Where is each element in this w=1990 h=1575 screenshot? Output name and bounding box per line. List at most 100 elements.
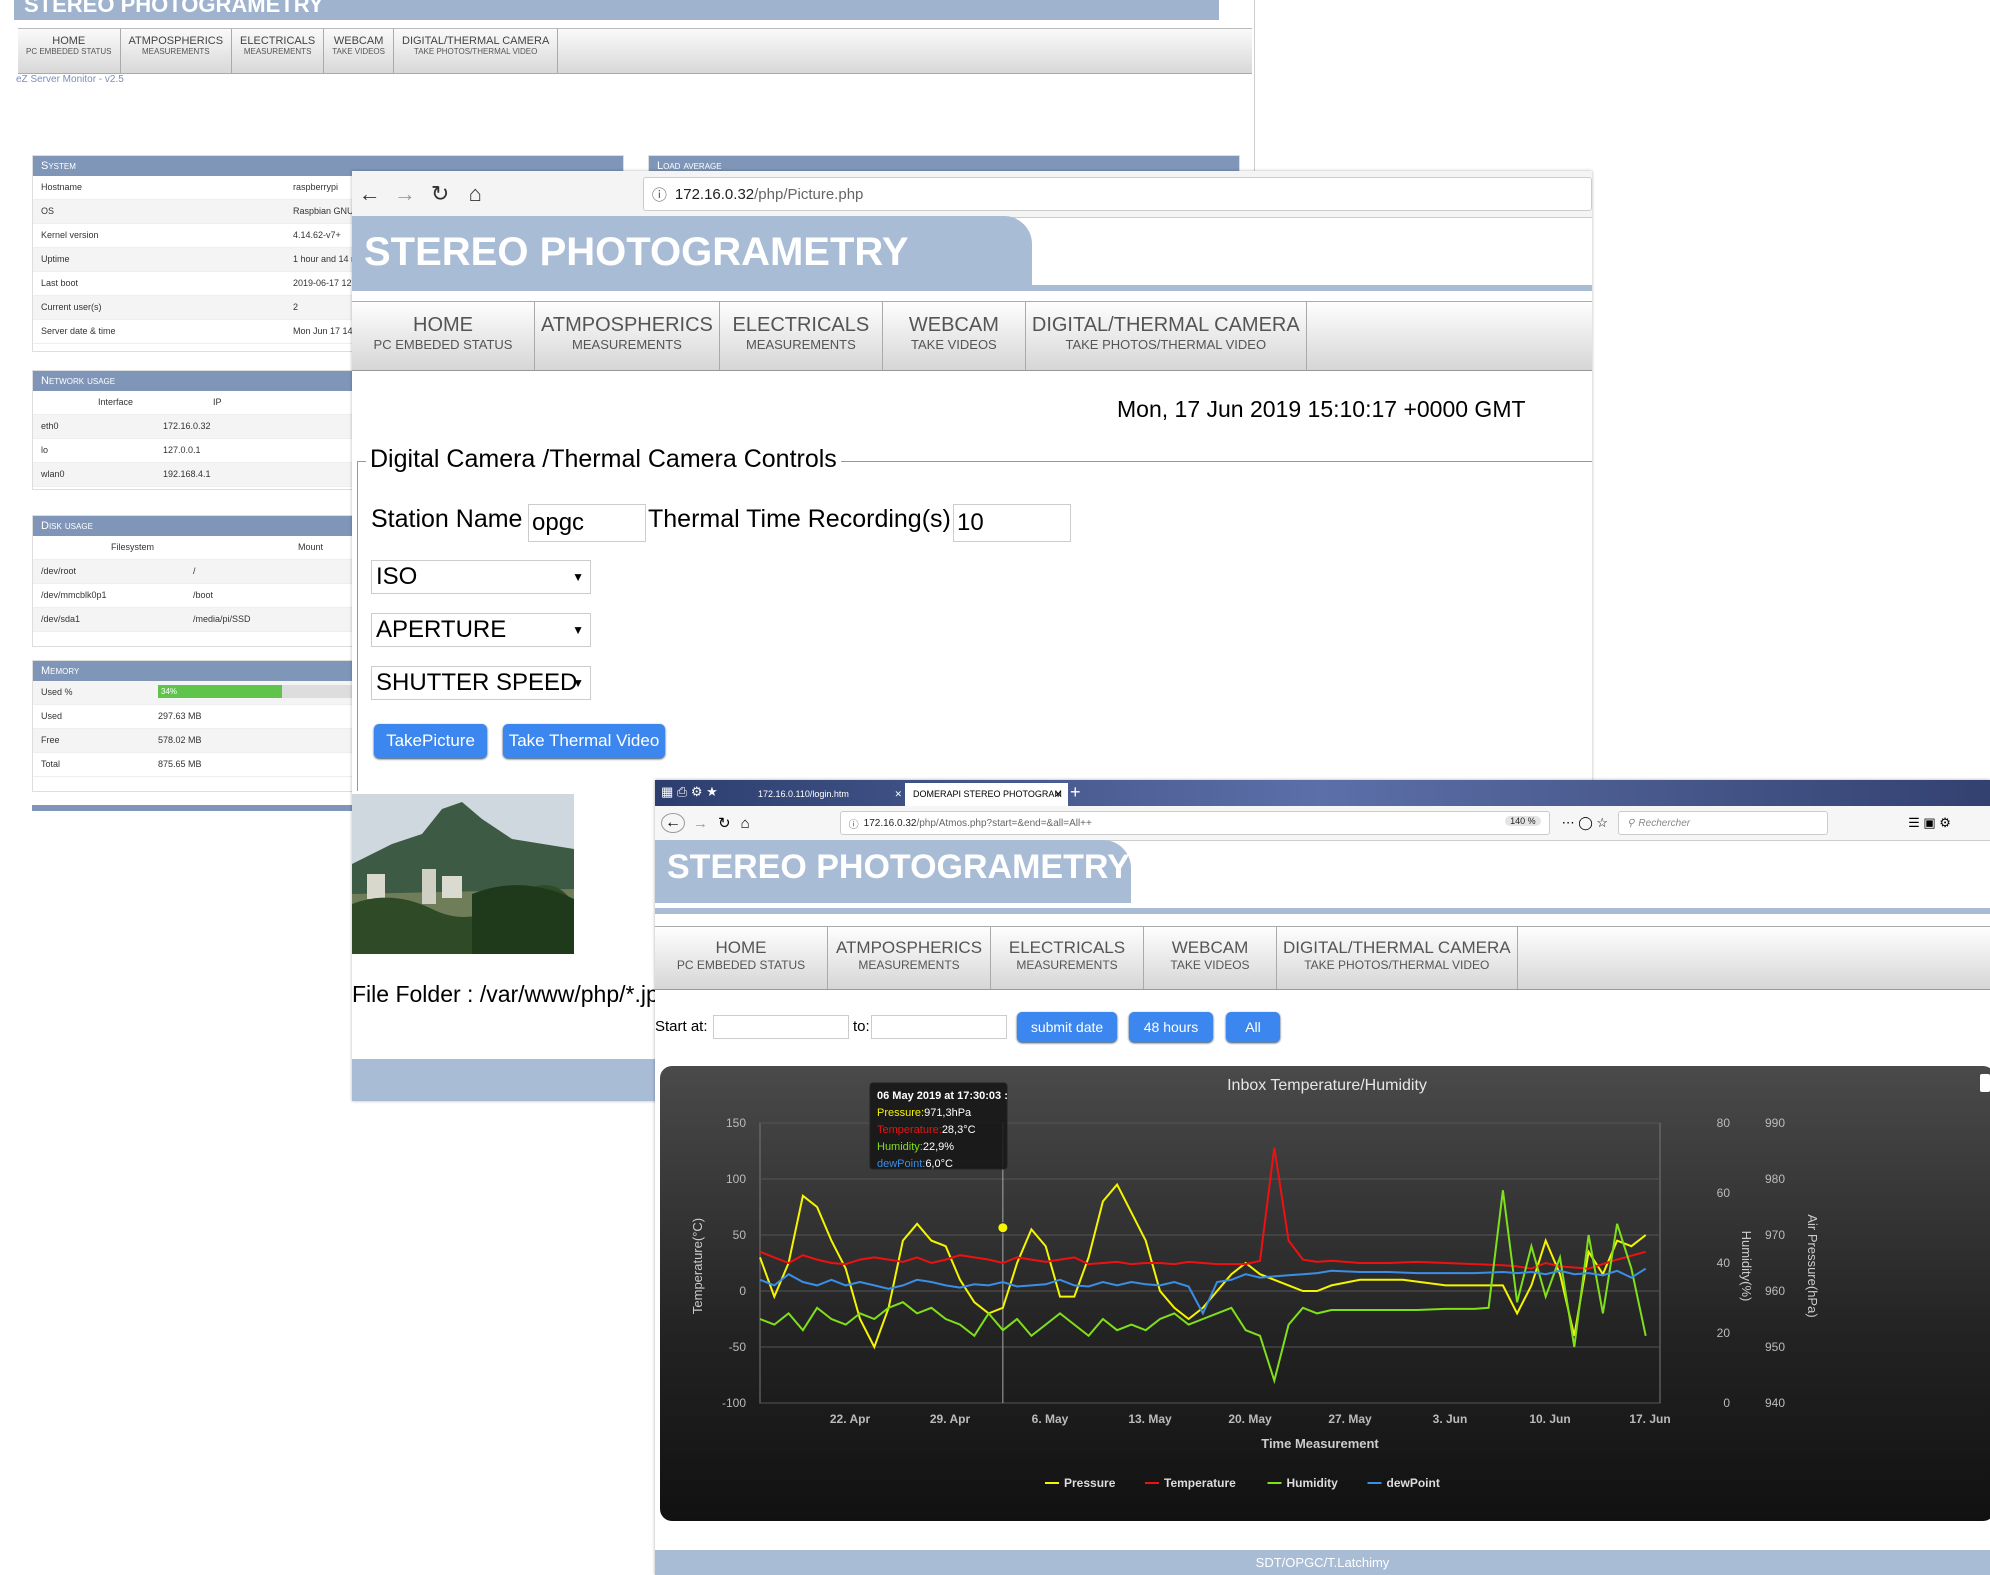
tab-login[interactable]: 172.16.0.110/login.htm ✕ bbox=[750, 783, 908, 806]
toolbar-icons[interactable]: ☰ ▣ ⚙ bbox=[1908, 815, 1951, 831]
menu-item-atmpospherics[interactable]: ATMPOSPHERICS MEASUREMENTS bbox=[535, 302, 720, 370]
station-name-label: Station Name bbox=[371, 505, 523, 533]
cell: Kernel version bbox=[41, 230, 99, 240]
menu-item-electricals[interactable]: ELECTRICALS MEASUREMENTS bbox=[720, 302, 883, 370]
page-actions-icon[interactable]: ⋯ ◯ ☆ bbox=[1562, 815, 1608, 831]
chart-menu-icon[interactable] bbox=[1980, 1074, 1990, 1092]
zoom-level[interactable]: 140 % bbox=[1505, 816, 1541, 826]
info-icon: ⓘ bbox=[651, 186, 667, 204]
menu-item-title: ATMPOSPHERICS bbox=[835, 938, 983, 957]
chevron-down-icon: ▼ bbox=[572, 676, 584, 690]
cell: raspberrypi bbox=[293, 182, 339, 192]
menu-item-title: ATMPOSPHERICS bbox=[128, 35, 224, 47]
tooltip-series-name: Temperature: bbox=[877, 1124, 942, 1136]
legend-item-dewpoint: dewPoint bbox=[1387, 1476, 1440, 1490]
forward-icon[interactable]: → bbox=[693, 815, 708, 832]
menu-item-subtitle: TAKE VIDEOS bbox=[1170, 958, 1250, 972]
legend-item-humidity: Humidity bbox=[1287, 1476, 1339, 1490]
menu-item-electricals[interactable]: ELECTRICALS MEASUREMENTS bbox=[232, 29, 325, 73]
take-picture-button[interactable]: TakePicture bbox=[374, 724, 487, 758]
menu-item-title: HOME bbox=[413, 314, 473, 336]
y-pressure-tick-label: 950 bbox=[1765, 1340, 1785, 1354]
back-icon[interactable]: ← bbox=[352, 181, 387, 207]
reload-icon[interactable]: ↻ bbox=[718, 814, 731, 832]
thermal-time-input[interactable]: 10 bbox=[953, 504, 1071, 542]
fieldset-legend: Digital Camera /Thermal Camera Controls bbox=[366, 445, 841, 474]
memory-bar-fill: 34% bbox=[158, 685, 282, 698]
hover-point bbox=[997, 1222, 1009, 1234]
submit-date-button[interactable]: submit date bbox=[1017, 1012, 1117, 1042]
atmos-url-host: 172.16.0.32 bbox=[863, 817, 917, 829]
cell: /dev/root bbox=[41, 566, 77, 576]
y-axis-left-label: Temperature(°C) bbox=[690, 1218, 705, 1314]
take-thermal-video-button[interactable]: Take Thermal Video bbox=[503, 724, 665, 758]
cell: IP bbox=[213, 397, 222, 407]
cell: Interface bbox=[98, 397, 134, 407]
atmos-header: STEREO PHOTOGRAMETRY bbox=[655, 840, 1131, 903]
atmos-window: ▦ ⎙ ⚙ ★ 172.16.0.110/login.htm ✕ DOMERAPI… bbox=[655, 780, 1990, 1575]
cell: Uptime bbox=[41, 254, 70, 264]
menu-item-digital-thermal-camera[interactable]: DIGITAL/THERMAL CAMERA TAKE PHOTOS/THERMA… bbox=[1277, 927, 1518, 989]
menu-item-webcam[interactable]: WEBCAM TAKE VIDEOS bbox=[883, 302, 1026, 370]
search-box[interactable]: ⚲ Rechercher bbox=[1618, 811, 1829, 835]
cell: Free bbox=[41, 735, 60, 745]
shutter-speed-select[interactable]: SHUTTER SPEED ▼ bbox=[371, 666, 591, 700]
48-hours-button[interactable]: 48 hours bbox=[1129, 1012, 1213, 1042]
reload-icon[interactable]: ↻ bbox=[422, 181, 457, 207]
menu-item-home[interactable]: HOME PC EMBEDED STATUS bbox=[18, 29, 121, 73]
camera-url-bar[interactable]: ⓘ 172.16.0.32/php/Picture.php bbox=[642, 177, 1592, 211]
home-icon[interactable]: ⌂ bbox=[741, 815, 750, 832]
cell: 297.63 MB bbox=[158, 711, 202, 721]
cell: Last boot bbox=[41, 278, 79, 288]
camera-title: STEREO PHOTOGRAMETRY bbox=[364, 230, 909, 274]
all-button[interactable]: All bbox=[1226, 1012, 1280, 1042]
to-label: to: bbox=[853, 1018, 870, 1035]
tooltip-series-name: Pressure: bbox=[877, 1107, 924, 1119]
menu-item-subtitle: MEASUREMENTS bbox=[745, 337, 856, 352]
menu-item-title: ELECTRICALS bbox=[240, 35, 316, 47]
menu-item-electricals[interactable]: ELECTRICALS MEASUREMENTS bbox=[991, 927, 1144, 989]
menu-item-digital-thermal-camera[interactable]: DIGITAL/THERMAL CAMERA TAKE PHOTOS/THERMA… bbox=[1026, 302, 1307, 370]
menu-item-atmpospherics[interactable]: ATMPOSPHERICS MEASUREMENTS bbox=[828, 927, 991, 989]
browser-menu-icons[interactable]: ▦ ⎙ ⚙ ★ bbox=[661, 784, 718, 800]
search-icon: ⚲ bbox=[1627, 817, 1635, 829]
station-name-input[interactable]: opgc bbox=[528, 504, 646, 542]
monitor-title: STEREO PHOTOGRAMETRY bbox=[24, 0, 324, 17]
shutter-speed-value: SHUTTER SPEED bbox=[376, 669, 578, 696]
menu-item-subtitle: MEASUREMENTS bbox=[243, 47, 312, 56]
legend-item-pressure: Pressure bbox=[1064, 1476, 1116, 1490]
browser-tab-bar: ▦ ⎙ ⚙ ★ 172.16.0.110/login.htm ✕ DOMERAPI… bbox=[655, 780, 1990, 806]
menu-item-subtitle: TAKE PHOTOS/THERMAL VIDEO bbox=[1304, 958, 1490, 972]
menu-item-webcam[interactable]: WEBCAM TAKE VIDEOS bbox=[324, 29, 394, 73]
monitor-version[interactable]: eZ Server Monitor - v2.5 bbox=[16, 74, 124, 85]
tooltip-series-value: 28,3°C bbox=[942, 1124, 976, 1136]
x-tick-label: 6. May bbox=[1032, 1412, 1069, 1426]
menu-item-title: WEBCAM bbox=[908, 314, 999, 336]
new-tab-icon[interactable]: + bbox=[1070, 782, 1081, 803]
home-icon[interactable]: ⌂ bbox=[458, 181, 493, 207]
tooltip-series-value: 22,9% bbox=[923, 1141, 954, 1153]
menu-item-digital-thermal-camera[interactable]: DIGITAL/THERMAL CAMERA TAKE PHOTOS/THERMA… bbox=[394, 29, 559, 73]
monitor-header: STEREO PHOTOGRAMETRY bbox=[14, 0, 1219, 20]
forward-icon[interactable]: → bbox=[387, 181, 422, 207]
end-date-input[interactable] bbox=[871, 1015, 1007, 1039]
tooltip-line: dewPoint:6,0°C bbox=[877, 1158, 953, 1170]
menu-item-home[interactable]: HOME PC EMBEDED STATUS bbox=[655, 927, 828, 989]
close-icon[interactable]: ✕ bbox=[1054, 783, 1062, 806]
atmos-navbar: ← → ↻ ⌂ ⓘ 172.16.0.32/php/Atmos.php?star… bbox=[655, 806, 1990, 841]
menu-item-webcam[interactable]: WEBCAM TAKE VIDEOS bbox=[1144, 927, 1277, 989]
menu-item-title: DIGITAL/THERMAL CAMERA bbox=[402, 35, 550, 47]
aperture-select[interactable]: APERTURE ▼ bbox=[371, 613, 591, 647]
iso-select[interactable]: ISO ▼ bbox=[371, 560, 591, 594]
back-icon[interactable]: ← bbox=[661, 813, 685, 833]
cell: / bbox=[193, 566, 196, 576]
menu-item-subtitle: TAKE VIDEOS bbox=[332, 47, 385, 56]
menu-item-home[interactable]: HOME PC EMBEDED STATUS bbox=[352, 302, 535, 370]
close-icon[interactable]: ✕ bbox=[894, 783, 902, 806]
menu-item-atmpospherics[interactable]: ATMPOSPHERICS MEASUREMENTS bbox=[121, 29, 233, 73]
start-date-input[interactable] bbox=[713, 1015, 849, 1039]
y-axis-humidity-label: Humidity(%) bbox=[1739, 1231, 1754, 1302]
cell: /dev/mmcblk0p1 bbox=[41, 590, 107, 600]
atmos-url-bar[interactable]: ⓘ 172.16.0.32/php/Atmos.php?start=&end=&… bbox=[839, 811, 1550, 835]
tab-atmos[interactable]: DOMERAPI STEREO PHOTOGRAM ✕ bbox=[905, 783, 1068, 806]
